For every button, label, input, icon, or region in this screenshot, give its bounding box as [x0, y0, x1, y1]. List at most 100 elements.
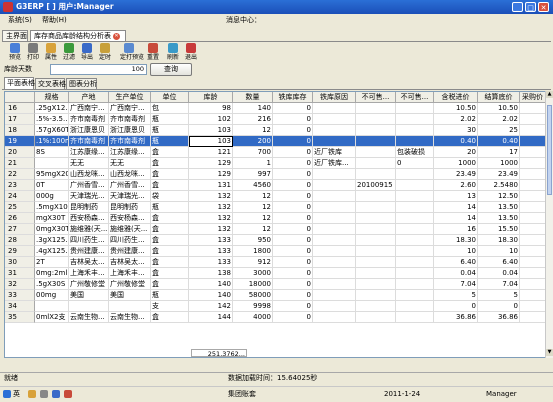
- table-cell[interactable]: [313, 235, 356, 246]
- scroll-thumb[interactable]: [547, 105, 552, 195]
- table-cell[interactable]: 8S: [35, 147, 69, 158]
- table-cell[interactable]: 13: [434, 191, 478, 202]
- table-cell[interactable]: [396, 290, 434, 301]
- table-cell[interactable]: 10: [478, 246, 520, 257]
- table-cell[interactable]: [520, 202, 546, 213]
- table-cell[interactable]: [520, 125, 546, 136]
- table-cell[interactable]: 四川药生...: [109, 235, 151, 246]
- table-cell[interactable]: 98: [189, 103, 233, 114]
- scroll-up-icon[interactable]: ▲: [546, 91, 553, 98]
- table-cell[interactable]: 132: [189, 202, 233, 213]
- table-cell[interactable]: 西安杨森...: [69, 213, 109, 224]
- table-cell[interactable]: 6.40: [434, 257, 478, 268]
- table-cell[interactable]: .5%-3.5...: [35, 114, 69, 125]
- table-cell[interactable]: 盒: [151, 279, 189, 290]
- table-cell[interactable]: 1: [233, 158, 273, 169]
- table-cell[interactable]: [396, 279, 434, 290]
- age-days-input[interactable]: 100: [50, 64, 147, 75]
- table-cell[interactable]: 0T: [35, 180, 69, 191]
- table-cell[interactable]: [520, 169, 546, 180]
- table-cell[interactable]: [356, 103, 396, 114]
- table-cell[interactable]: [313, 224, 356, 235]
- column-header[interactable]: 铁库原因: [313, 92, 356, 103]
- table-cell[interactable]: 7.04: [478, 279, 520, 290]
- table-cell[interactable]: [356, 279, 396, 290]
- table-cell[interactable]: 浙江康恩贝: [69, 125, 109, 136]
- table-cell[interactable]: 0: [273, 158, 313, 169]
- table-cell[interactable]: 齐市南毒剂: [109, 114, 151, 125]
- table-cell[interactable]: 23.49: [434, 169, 478, 180]
- table-cell[interactable]: 00mg: [35, 290, 69, 301]
- table-cell[interactable]: [356, 191, 396, 202]
- table-cell[interactable]: 2.02: [478, 114, 520, 125]
- table-cell[interactable]: 25: [478, 125, 520, 136]
- maximize-button[interactable]: □: [525, 2, 536, 12]
- table-cell[interactable]: 95mgX20T: [35, 169, 69, 180]
- table-cell[interactable]: 近厂铁库: [313, 147, 356, 158]
- table-cell[interactable]: 0: [273, 136, 313, 147]
- table-cell[interactable]: 江苏康缘...: [109, 147, 151, 158]
- table-cell[interactable]: 129: [189, 169, 233, 180]
- table-cell[interactable]: 700: [233, 147, 273, 158]
- table-cell[interactable]: 140: [189, 279, 233, 290]
- table-cell[interactable]: [356, 246, 396, 257]
- tab-cross-table[interactable]: 交叉表格: [35, 78, 66, 89]
- table-cell[interactable]: .4gX125...: [35, 246, 69, 257]
- table-cell[interactable]: 齐市南毒剂: [69, 136, 109, 147]
- table-cell[interactable]: 144: [189, 312, 233, 323]
- table-cell[interactable]: [313, 246, 356, 257]
- table-cell[interactable]: 0: [273, 257, 313, 268]
- table-cell[interactable]: [396, 224, 434, 235]
- table-cell[interactable]: 袋: [151, 191, 189, 202]
- table-cell[interactable]: 吉林吴太...: [109, 257, 151, 268]
- table-cell[interactable]: 12: [233, 202, 273, 213]
- table-cell[interactable]: [396, 202, 434, 213]
- table-cell[interactable]: 58000: [233, 290, 273, 301]
- table-cell[interactable]: [396, 246, 434, 257]
- ime-english-label[interactable]: 英: [13, 387, 20, 402]
- table-cell[interactable]: [396, 114, 434, 125]
- close-button[interactable]: ✕: [538, 2, 549, 12]
- table-cell[interactable]: 天津瑞光...: [69, 191, 109, 202]
- column-header[interactable]: 含税进价: [434, 92, 478, 103]
- table-cell[interactable]: [35, 301, 69, 312]
- table-cell[interactable]: 6.40: [478, 257, 520, 268]
- table-cell[interactable]: 0: [273, 180, 313, 191]
- table-cell[interactable]: [520, 158, 546, 169]
- table-cell[interactable]: [520, 279, 546, 290]
- table-cell[interactable]: [69, 301, 109, 312]
- menu-system[interactable]: 系统(S): [8, 14, 32, 27]
- table-cell[interactable]: [520, 312, 546, 323]
- table-cell[interactable]: 200: [233, 136, 273, 147]
- table-cell[interactable]: 132: [189, 191, 233, 202]
- print-button[interactable]: 打印: [26, 42, 40, 64]
- table-cell[interactable]: 盒: [151, 158, 189, 169]
- table-cell[interactable]: 2.5480: [478, 180, 520, 191]
- table-cell[interactable]: 5: [434, 290, 478, 301]
- table-cell[interactable]: [313, 114, 356, 125]
- properties-button[interactable]: 属性: [44, 42, 58, 64]
- message-center-label[interactable]: 消息中心：: [226, 14, 261, 27]
- table-cell[interactable]: 4560: [233, 180, 273, 191]
- table-cell[interactable]: 0mgX30T: [35, 224, 69, 235]
- table-cell[interactable]: [396, 103, 434, 114]
- table-cell[interactable]: 广州香雪...: [69, 180, 109, 191]
- table-cell[interactable]: [313, 213, 356, 224]
- table-cell[interactable]: 5: [478, 290, 520, 301]
- ime-icon[interactable]: [3, 390, 11, 398]
- table-cell[interactable]: 216: [233, 114, 273, 125]
- tab-chart-analysis[interactable]: 图表分析: [66, 78, 97, 89]
- tab-main[interactable]: 主界面: [2, 30, 28, 41]
- table-cell[interactable]: [520, 290, 546, 301]
- table-cell[interactable]: 盒: [151, 246, 189, 257]
- table-cell[interactable]: 2.02: [434, 114, 478, 125]
- table-cell[interactable]: 12: [233, 125, 273, 136]
- table-cell[interactable]: 103: [189, 125, 233, 136]
- table-cell[interactable]: [520, 301, 546, 312]
- table-cell[interactable]: 132: [189, 224, 233, 235]
- tab-flat-table[interactable]: 平面表格: [4, 77, 35, 89]
- table-cell[interactable]: [356, 147, 396, 158]
- table-cell[interactable]: 天津瑞光...: [109, 191, 151, 202]
- table-cell[interactable]: [396, 180, 434, 191]
- table-cell[interactable]: 0: [273, 202, 313, 213]
